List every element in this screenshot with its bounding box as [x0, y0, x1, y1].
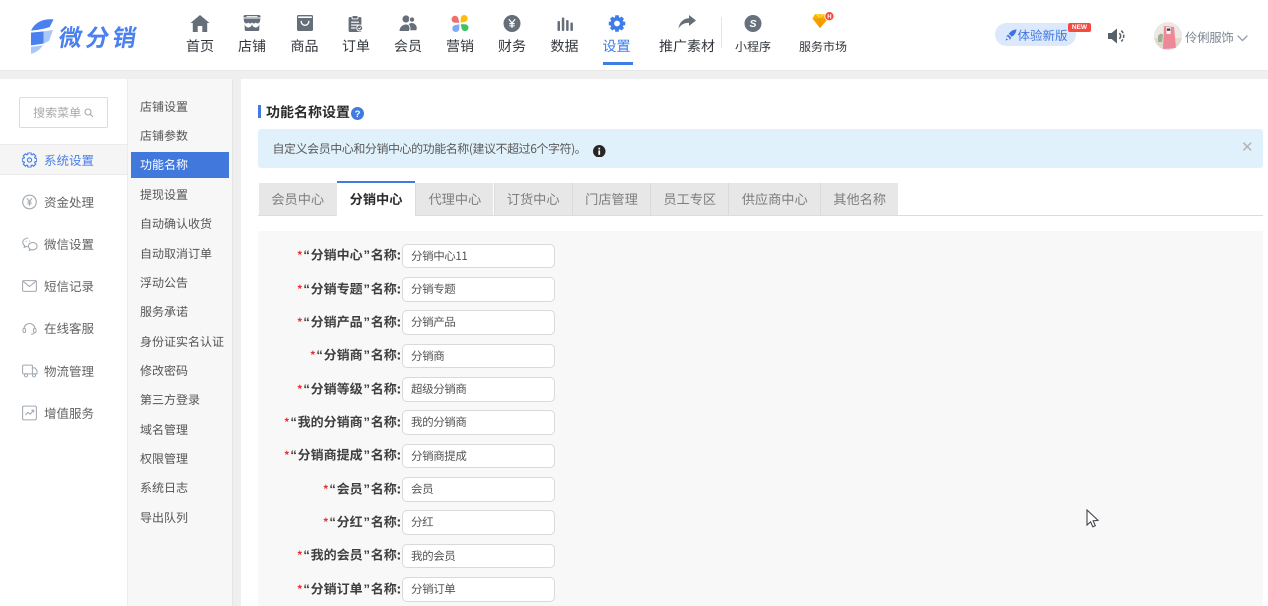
svg-text:H: H [827, 14, 831, 20]
svg-text:?: ? [355, 108, 361, 119]
svg-text:S: S [749, 18, 756, 30]
